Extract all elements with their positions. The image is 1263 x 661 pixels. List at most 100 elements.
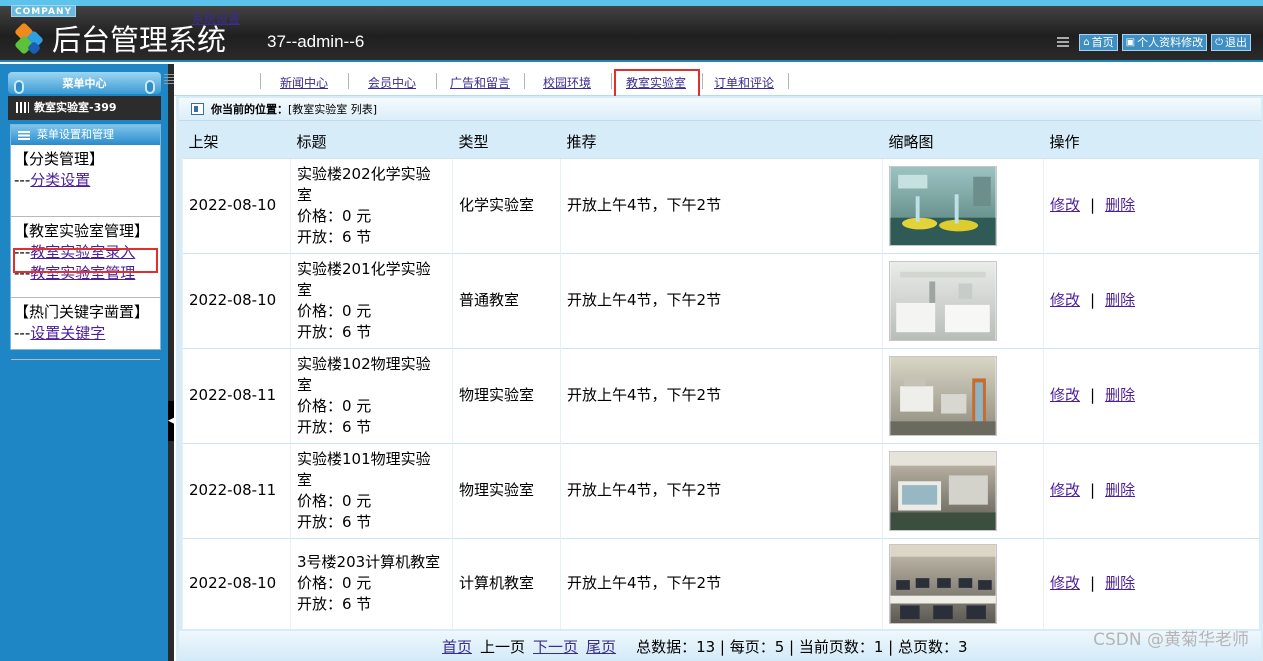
cell-title: 实验楼101物理实验室 价格：0 元开放：6 节 [290,442,453,538]
delete-link[interactable]: 删除 [1105,196,1135,214]
action-separator: | [1090,386,1096,404]
menu-center-label: 菜单中心 [62,77,107,90]
current-module-label: 教室实验室-399 [34,101,117,114]
column-header-actions: 操作 [1043,125,1259,158]
cell-actions: 修改 | 删除 [1043,157,1259,253]
room-open: 开放：6 节 [297,417,372,436]
table-row: 2022-08-10 实验楼201化学实验室 价格：0 元开放：6 节普通教室 开放上… [182,252,1259,348]
user-info: 37--admin--6 [267,32,365,51]
nav-divider [788,73,789,89]
profile-label: 个人资料修改 [1137,36,1204,49]
cell-recommend: 开放上午4节，下午2节 [560,537,883,629]
sidebar-group-title: 【教室实验室管理】 [14,222,150,240]
edit-link[interactable]: 修改 [1050,291,1080,309]
collapse-arrow-icon[interactable]: ◀ [168,401,175,441]
table-row: 2022-08-11 实验楼101物理实验室 价格：0 元开放：6 节物理实验室开放… [182,442,1259,538]
tab-system-settings[interactable]: 系统设置 [192,10,240,28]
room-open: 开放：6 节 [297,512,372,531]
cell-title: 实验楼202化学实验室 价格：0 元开放：6 节 [290,157,453,253]
last-page-link[interactable]: 尾页 [586,638,616,656]
room-open: 开放：6 节 [297,595,372,614]
delete-link[interactable]: 删除 [1105,481,1135,499]
logout-button[interactable]: ⏻ 退出 [1211,34,1251,51]
column-header-thumbnail: 缩略图 [882,125,1044,158]
first-page-link[interactable]: 首页 [442,638,472,656]
cell-title: 3号楼203计算机教室 价格：0 元开放：6 节 [290,537,453,629]
room-price: 价格：0 元 [297,396,372,415]
column-header-type: 类型 [452,125,561,158]
room-price: 价格：0 元 [297,206,372,225]
cell-type: 物理实验室 [452,442,561,538]
sidebar-panel-header: 菜单设置和管理 [11,125,160,145]
cell-actions: 修改 | 删除 [1043,537,1259,629]
list-icon [18,131,30,140]
edit-link[interactable]: 修改 [1050,386,1080,404]
delete-link[interactable]: 删除 [1105,291,1135,309]
cell-thumbnail [882,252,1044,348]
nav-divider [348,73,349,89]
cell-thumbnail [882,537,1044,629]
pagination-summary: 总数据：13 | 每页：5 | 当前页数：1 | 总页数：3 [636,638,968,656]
cell-actions: 修改 | 删除 [1043,347,1259,443]
thumbnail-image [889,165,1043,246]
sidebar-item-keywords: ---设置关键字 [14,323,157,344]
action-separator: | [1090,481,1096,499]
home-label: 首页 [1091,36,1114,49]
sidebar-group-title: 【热门关键字凿置】 [14,303,150,321]
cell-type: 物理实验室 [452,347,561,443]
edit-link[interactable]: 修改 [1050,574,1080,592]
action-separator: | [1090,196,1096,214]
table-header-row: 上架 标题 类型 推荐 缩略图 操作 [182,125,1259,158]
room-price: 价格：0 元 [297,301,372,320]
cell-thumbnail [882,442,1044,538]
profile-edit-button[interactable]: ▣ 个人资料修改 [1121,34,1208,51]
cell-date: 2022-08-11 [182,442,291,538]
column-header-recommend: 推荐 [560,125,883,158]
nav-divider [436,73,437,89]
cube-logo-icon [14,22,46,56]
tab-campus[interactable]: 校园环境 [543,74,591,92]
prev-page-text: 上一页 [480,638,526,656]
app-header: COMPANY 后台管理系统 37--admin--6 ⌂ 首页 ▣ 个人资料修… [0,0,1263,62]
next-page-link[interactable]: 下一页 [533,638,578,656]
sidebar-splitter[interactable] [168,64,174,661]
tab-ads-messages[interactable]: 广告和留言 [450,74,510,92]
power-icon: ⏻ [1215,37,1223,48]
cell-date: 2022-08-11 [182,347,291,443]
nav-grip-icon [164,74,174,86]
thumbnail-image [889,543,1043,624]
cell-date: 2022-08-10 [182,537,291,629]
cell-date: 2022-08-10 [182,252,291,348]
cell-recommend: 开放上午4节，下午2节 [560,347,883,443]
thumbnail-image [889,450,1043,531]
tab-members[interactable]: 会员中心 [368,74,416,92]
top-links: ⌂ 首页 ▣ 个人资料修改 ⏻ 退出 [1057,34,1251,51]
edit-link[interactable]: 修改 [1050,196,1080,214]
menu-center-header: 菜单中心 [8,72,161,94]
current-module[interactable]: 教室实验室-399 [8,96,161,120]
cell-actions: 修改 | 删除 [1043,442,1259,538]
sidebar-group-title: 【分类管理】 [14,150,105,168]
room-price: 价格：0 元 [297,491,372,510]
edit-link[interactable]: 修改 [1050,481,1080,499]
table-row: 2022-08-10 3号楼203计算机教室 价格：0 元开放：6 节计算机教室 开放… [182,537,1259,629]
cell-type: 计算机教室 [452,537,561,629]
nav-divider [260,73,261,89]
tab-news[interactable]: 新闻中心 [280,74,328,92]
sidebar-link-keywords[interactable]: 设置关键字 [30,324,105,342]
profile-icon: ▣ [1125,37,1136,48]
breadcrumb-label: 你当前的位置： [211,103,288,116]
sidebar-link-category-settings[interactable]: 分类设置 [30,171,90,189]
delete-link[interactable]: 删除 [1105,386,1135,404]
sidebar-panel-title: 菜单设置和管理 [37,128,114,141]
room-open: 开放：6 节 [297,322,372,341]
cell-title: 实验楼102物理实验室 价格：0 元开放：6 节 [290,347,453,443]
tab-orders-reviews[interactable]: 订单和评论 [714,74,774,92]
sidebar-group-keywords: 【热门关键字凿置】 ---设置关键字 [11,298,160,360]
home-button[interactable]: ⌂ 首页 [1079,34,1118,51]
watermark: CSDN @黄菊华老师 [1093,630,1249,650]
cell-date: 2022-08-10 [182,157,291,253]
cell-actions: 修改 | 删除 [1043,252,1259,348]
delete-link[interactable]: 删除 [1105,574,1135,592]
table-row: 2022-08-11 实验楼102物理实验室 价格：0 元开放：6 节物理实验室 开放… [182,347,1259,443]
